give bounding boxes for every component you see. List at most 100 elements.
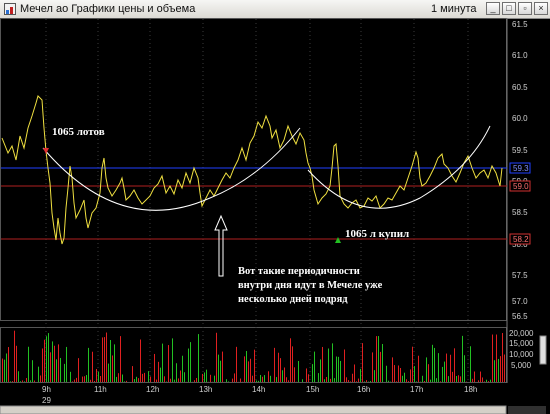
volume-bar [294,367,295,382]
volume-bar [116,376,117,382]
volume-bar [90,379,91,382]
volume-bar [214,375,215,382]
volume-bar [194,380,195,382]
volume-bar [268,371,269,382]
volume-bar [204,372,205,382]
volume-bar [58,344,59,382]
volume-bar [446,353,447,382]
volume-bar [110,340,111,382]
volume-bar [348,380,349,382]
volume-bar [20,381,21,382]
volume-bar [284,367,285,382]
annotation-comment-1: Вот такие периодичности [238,266,360,277]
volume-bar [6,353,7,382]
volume-bar [398,365,399,382]
volume-bar [382,343,383,382]
time-tick: 15h [306,385,319,394]
volume-bar [374,370,375,382]
volume-bar [312,364,313,382]
price-tick: 61.5 [512,20,528,29]
volume-bar [250,358,251,382]
volume-bar [40,375,41,382]
minimize-icon[interactable]: _ [486,2,500,15]
volume-bar [292,346,293,382]
time-tick: 11h [94,385,107,394]
time-tick: 18h [464,385,477,394]
volume-bar [126,380,127,382]
horizontal-scrollbar[interactable] [0,405,507,414]
volume-tick: 15,000 [509,339,534,348]
volume-bar [72,381,73,382]
price-tick: 57.0 [512,297,528,306]
volume-bar [448,376,449,382]
scroll-corner [508,406,546,414]
interval-selector[interactable]: 1 минута [431,3,477,15]
volume-bar [460,376,461,382]
volume-bar [298,360,299,382]
volume-bar [340,360,341,382]
annotation-comment-3: несколько дней подряд [238,294,348,305]
volume-tick: 20,000 [509,329,534,338]
volume-bar [430,379,431,382]
volume-bar [264,375,265,382]
volume-bar [74,379,75,382]
volume-bar [432,344,433,382]
volume-bar [4,359,5,382]
volume-bar [308,374,309,382]
volume-bar [32,360,33,382]
volume-bar [78,358,79,382]
maximize-icon[interactable]: □ [502,2,516,15]
volume-bar [172,338,173,382]
volume-bar [502,333,503,382]
volume-bar [462,335,463,382]
volume-bar [120,336,121,382]
volume-bar [378,336,379,382]
volume-bar [414,366,415,382]
volume-bar [456,376,457,382]
volume-bar [458,375,459,382]
restore-icon[interactable]: ▫ [518,2,532,15]
chart-app-icon [4,3,16,15]
volume-bar [490,379,491,382]
volume-bar [82,376,83,382]
volume-bar [136,376,137,382]
volume-bar [484,381,485,382]
volume-bar [142,373,143,382]
volume-bar [50,352,51,382]
blue-level-label: 59.3 [513,164,529,173]
volume-bar [360,368,361,382]
volume-bar [440,381,441,382]
volume-bar [248,361,249,382]
title-bar[interactable]: Мечел ао Графики цены и объема 1 минута … [0,0,550,19]
volume-tick: 5,000 [511,361,532,370]
volume-bar [182,355,183,382]
volume-bar [118,373,119,382]
volume-bar [278,352,279,382]
level-markers: 59.3 59.0 58.2 [509,162,531,245]
volume-bar [232,378,233,382]
volume-scrollbar[interactable] [539,335,547,365]
volume-bar [140,339,141,382]
volume-bar [178,378,179,382]
volume-bar [226,379,227,382]
volume-bar [452,371,453,382]
volume-bar [70,371,71,382]
volume-bar [290,338,291,382]
volume-bar [436,378,437,382]
time-axis: 9h 11h 12h 13h 14h 15h 16h 17h 18h 29 [42,385,477,405]
annotation-bought: 1065 л купил [345,228,409,240]
volume-bar [404,372,405,382]
volume-bar [434,347,435,382]
volume-pane-border [0,327,507,383]
volume-bar [450,354,451,382]
volume-bar [48,333,49,382]
volume-bar [222,351,223,382]
time-tick: 13h [199,385,212,394]
chart-window: Мечел ао Графики цены и объема 1 минута … [0,0,550,414]
volume-bar [322,346,323,382]
close-icon[interactable]: × [534,2,548,15]
volume-bar [206,369,207,382]
volume-bar [326,377,327,382]
volume-bar [412,346,413,382]
volume-bar [332,343,333,382]
